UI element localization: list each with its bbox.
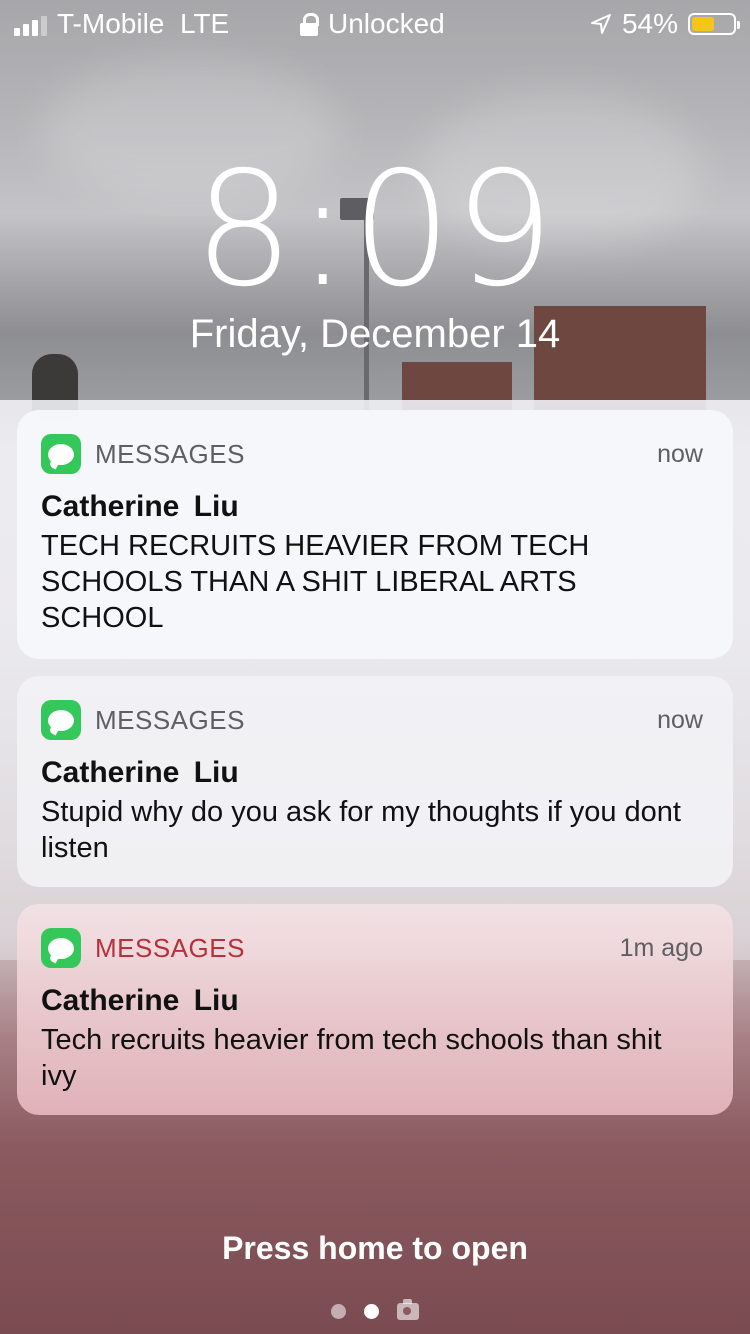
notification-body: Tech recruits heavier from tech schools … <box>41 1024 662 1092</box>
lock-status-label: Unlocked <box>328 8 445 39</box>
notification-header: MESSAGES now <box>41 700 703 740</box>
press-home-hint: Press home to open <box>222 1230 528 1266</box>
notification-app-name: MESSAGES <box>95 932 245 963</box>
notification-header: MESSAGES now <box>41 434 703 474</box>
lock-screen-date: Friday, December 14 <box>189 312 561 356</box>
notification-sender: Catherine Liu <box>41 984 239 1017</box>
notification-time: now <box>657 705 703 734</box>
messages-icon <box>41 928 81 968</box>
camera-icon[interactable] <box>397 1299 419 1320</box>
page-dot[interactable] <box>331 1304 346 1319</box>
notification-app-name: MESSAGES <box>95 438 245 469</box>
status-right: 54% <box>590 8 740 40</box>
notification-sender: Catherine Liu <box>41 490 239 523</box>
page-dot-active[interactable] <box>364 1304 379 1319</box>
lock-status: Unlocked <box>300 8 445 40</box>
battery-level <box>692 17 714 31</box>
network-type: LTE <box>179 8 230 39</box>
lock-screen-time: 8:09 <box>193 138 557 322</box>
notification-card[interactable]: MESSAGES now Catherine Liu TECH RECRUITS… <box>17 410 733 659</box>
messages-icon <box>41 434 81 474</box>
notification-sender: Catherine Liu <box>41 756 239 789</box>
unlocked-lock-icon <box>300 13 319 36</box>
notification-body: TECH RECRUITS HEAVIER FROM TECH SCHOOLS … <box>41 530 590 634</box>
notification-header: MESSAGES 1m ago <box>41 928 703 968</box>
notification-body: Stupid why do you ask for my thoughts if… <box>41 796 681 864</box>
lock-screen: T-Mobile LTE Unlocked 54% 8:09 Friday, D… <box>0 0 750 1334</box>
battery-icon <box>688 13 740 35</box>
messages-icon <box>41 700 81 740</box>
notification-app-name: MESSAGES <box>95 704 245 735</box>
carrier-label: T-Mobile LTE <box>57 8 229 40</box>
location-arrow-icon <box>590 14 611 34</box>
notification-card[interactable]: MESSAGES now Catherine Liu Stupid why do… <box>17 676 733 887</box>
signal-strength-icon <box>14 14 47 36</box>
page-indicator[interactable] <box>0 1299 750 1320</box>
notification-card[interactable]: MESSAGES 1m ago Catherine Liu Tech recru… <box>17 904 733 1115</box>
status-bar: T-Mobile LTE Unlocked 54% <box>0 0 750 50</box>
notification-time: now <box>657 439 703 468</box>
battery-percent: 54% <box>621 8 678 39</box>
carrier-name: T-Mobile <box>57 8 165 39</box>
notification-time: 1m ago <box>619 933 703 962</box>
